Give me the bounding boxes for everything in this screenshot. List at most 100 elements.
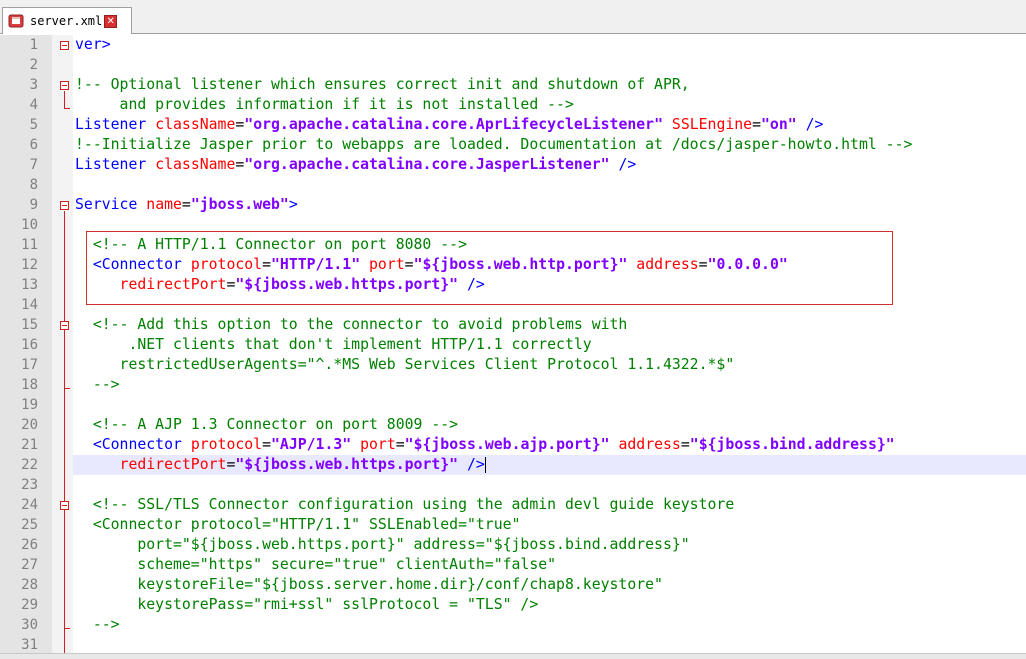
tab-bar: server.xml ✕ — [0, 0, 1026, 34]
code-text: keystoreFile="${jboss.server.home.dir}/c… — [75, 575, 663, 595]
line-number: 12 — [21, 257, 38, 273]
code-text: !-- Optional listener which ensures corr… — [75, 75, 690, 95]
code-line[interactable]: 27 scheme="https" secure="true" clientAu… — [0, 555, 1026, 575]
code-text: .NET clients that don't implement HTTP/1… — [75, 335, 592, 355]
code-line[interactable]: 11 <!-- A HTTP/1.1 Connector on port 808… — [0, 235, 1026, 255]
code-line[interactable]: 28 keystoreFile="${jboss.server.home.dir… — [0, 575, 1026, 595]
code-token: redirectPort — [75, 456, 227, 473]
code-token: keystorePass="rmi+ssl" sslProtocol = "TL… — [75, 596, 539, 613]
code-line[interactable]: 19 — [0, 395, 1026, 415]
code-text: ver> — [75, 35, 111, 55]
code-token: /> — [458, 276, 485, 293]
code-line[interactable]: 13 redirectPort="${jboss.web.https.port}… — [0, 275, 1026, 295]
code-line[interactable]: 26 port="${jboss.web.https.port}" addres… — [0, 535, 1026, 555]
code-line[interactable]: 15 <!-- Add this option to the connector… — [0, 315, 1026, 335]
code-line[interactable]: 5 Listener className="org.apache.catalina… — [0, 115, 1026, 135]
code-token: protocol — [190, 256, 263, 273]
code-token: <Connector — [75, 436, 191, 453]
code-token: address — [609, 436, 681, 453]
code-text: <Connector protocol="AJP/1.3" port="${jb… — [75, 435, 895, 455]
horizontal-scrollbar[interactable] — [0, 653, 1026, 659]
code-line[interactable]: 21 <Connector protocol="AJP/1.3" port="$… — [0, 435, 1026, 455]
code-line[interactable]: 16 .NET clients that don't implement HTT… — [0, 335, 1026, 355]
code-text: and provides information if it is not in… — [75, 95, 574, 115]
code-token: className — [155, 156, 236, 173]
line-number: 26 — [21, 537, 38, 553]
code-token: = — [181, 196, 191, 213]
code-token: /> — [458, 456, 485, 473]
code-line[interactable]: 7 Listener className="org.apache.catalina… — [0, 155, 1026, 175]
line-number: 29 — [21, 597, 38, 613]
code-token: port — [351, 436, 396, 453]
code-line[interactable]: 17 restrictedUserAgents="^.*MS Web Servi… — [0, 355, 1026, 375]
code-token: Service — [75, 196, 147, 213]
code-token: <!-- A AJP 1.3 Connector on port 8009 --… — [75, 416, 459, 433]
line-number: 20 — [21, 417, 38, 433]
code-token: <Connector protocol="HTTP/1.1" SSLEnable… — [75, 516, 521, 533]
line-number: 6 — [29, 137, 38, 153]
line-number: 24 — [21, 497, 38, 513]
code-line[interactable]: 8 — [0, 175, 1026, 195]
code-token: className — [155, 116, 236, 133]
tab-server-xml[interactable]: server.xml ✕ — [2, 7, 132, 34]
code-token: ver> — [75, 36, 111, 53]
code-line[interactable]: 4 and provides information if it is not … — [0, 95, 1026, 115]
line-number: 3 — [29, 77, 38, 93]
code-token: --> — [75, 376, 120, 393]
code-line[interactable]: 2 — [0, 55, 1026, 75]
code-line[interactable]: 3 !-- Optional listener which ensures cor… — [0, 75, 1026, 95]
code-text: <Connector protocol="HTTP/1.1" port="${j… — [75, 255, 788, 275]
code-text: redirectPort="${jboss.web.https.port}" /… — [75, 275, 485, 295]
code-line[interactable]: 29 keystorePass="rmi+ssl" sslProtocol = … — [0, 595, 1026, 615]
line-number: 19 — [21, 397, 38, 413]
line-number: 16 — [21, 337, 38, 353]
code-text: Listener className="org.apache.catalina.… — [75, 115, 823, 135]
line-number: 9 — [29, 197, 38, 213]
code-line[interactable]: 10 — [0, 215, 1026, 235]
code-token: scheme="https" secure="true" clientAuth=… — [75, 556, 557, 573]
code-line[interactable]: 22 redirectPort="${jboss.web.https.port}… — [0, 455, 1026, 475]
code-line[interactable]: 9 Service name="jboss.web"> — [0, 195, 1026, 215]
code-text: --> — [75, 615, 120, 635]
line-number: 27 — [21, 557, 38, 573]
code-token: <!-- SSL/TLS Connector configuration usi… — [75, 496, 735, 513]
code-token: Listener — [75, 156, 156, 173]
code-text: scheme="https" secure="true" clientAuth=… — [75, 555, 556, 575]
code-line[interactable]: 1 ver> — [0, 35, 1026, 55]
code-editor[interactable]: 1 ver> 2 3 !-- Optional listener which ensur… — [0, 35, 1026, 658]
code-text: port="${jboss.web.https.port}" address="… — [75, 535, 689, 555]
code-token: = — [404, 256, 414, 273]
code-token: = — [752, 116, 762, 133]
code-line[interactable]: 31 — [0, 635, 1026, 655]
code-token: .NET clients that don't implement HTTP/1… — [75, 336, 592, 353]
line-number: 11 — [21, 237, 38, 253]
code-line[interactable]: 14 — [0, 295, 1026, 315]
line-number: 10 — [21, 217, 38, 233]
code-token: !--Initialize Jasper prior to webapps ar… — [75, 136, 913, 153]
code-token: "${jboss.web.ajp.port}" — [404, 436, 610, 453]
code-line[interactable]: 30 --> — [0, 615, 1026, 635]
code-line[interactable]: 6 !--Initialize Jasper prior to webapps a… — [0, 135, 1026, 155]
code-token: "org.apache.catalina.core.JasperListener… — [244, 156, 610, 173]
code-line[interactable]: 20 <!-- A AJP 1.3 Connector on port 8009… — [0, 415, 1026, 435]
code-token: /> — [796, 116, 824, 133]
code-token: keystoreFile="${jboss.server.home.dir}/c… — [75, 576, 663, 593]
code-token: = — [698, 256, 708, 273]
line-number: 13 — [21, 277, 38, 293]
code-token: !-- Optional listener which ensures corr… — [75, 76, 690, 93]
code-line[interactable]: 12 <Connector protocol="HTTP/1.1" port="… — [0, 255, 1026, 275]
line-number: 14 — [21, 297, 38, 313]
code-token: "org.apache.catalina.core.AprLifecycleLi… — [244, 116, 663, 133]
line-number: 8 — [29, 177, 38, 193]
code-token: = — [235, 156, 245, 173]
line-number: 7 — [29, 157, 38, 173]
code-line[interactable]: 23 — [0, 475, 1026, 495]
code-line[interactable]: 24 <!-- SSL/TLS Connector configuration … — [0, 495, 1026, 515]
close-icon[interactable]: ✕ — [104, 14, 118, 28]
code-line[interactable]: 18 --> — [0, 375, 1026, 395]
code-token: "${jboss.web.http.port}" — [413, 256, 628, 273]
code-text: <!-- SSL/TLS Connector configuration usi… — [75, 495, 734, 515]
code-line[interactable]: 25 <Connector protocol="HTTP/1.1" SSLEna… — [0, 515, 1026, 535]
line-number: 25 — [21, 517, 38, 533]
code-text: Listener className="org.apache.catalina.… — [75, 155, 636, 175]
